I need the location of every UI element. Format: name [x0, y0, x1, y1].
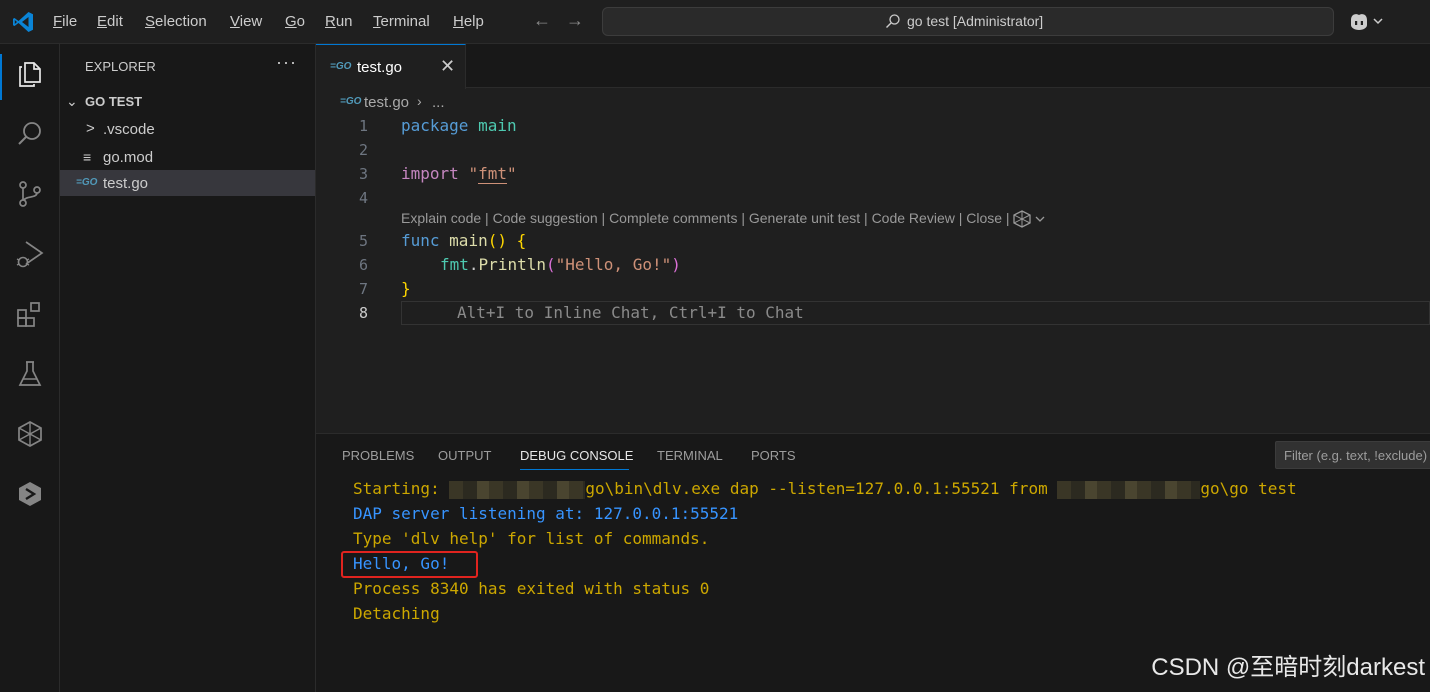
activity-bar: [0, 44, 60, 692]
code-line: 3 import "fmt": [316, 163, 1430, 187]
code-text: func main() {: [401, 231, 527, 250]
back-arrow-icon[interactable]: ←: [533, 10, 551, 31]
line-number: 1: [358, 117, 368, 135]
code-line: 5 func main() {: [316, 230, 1430, 254]
close-icon[interactable]: ✕: [440, 56, 455, 77]
tab-ports[interactable]: PORTS: [751, 448, 796, 463]
tree-item-label: go.mod: [103, 149, 154, 166]
menu-terminal[interactable]: Terminal: [373, 13, 430, 30]
code-line: 1 package main: [316, 115, 1430, 139]
menu-go[interactable]: Go: [285, 13, 305, 30]
go-file-icon: =GO: [76, 177, 98, 188]
redacted-path: [449, 480, 586, 499]
tree-item-label: test.go: [103, 175, 149, 192]
code-text: fmt.Println("Hello, Go!"): [440, 255, 681, 274]
more-actions-icon[interactable]: ···: [276, 52, 297, 73]
console-line: DAP server listening at: 127.0.0.1:55521: [353, 504, 739, 523]
line-number: 2: [358, 141, 368, 159]
code-text: }: [401, 279, 411, 298]
menu-edit[interactable]: Edit: [97, 13, 123, 30]
command-center-label: go test [Administrator]: [907, 13, 1044, 29]
code-text: package main: [401, 116, 517, 135]
run-debug-icon[interactable]: [14, 238, 46, 270]
tree-item-vscode[interactable]: > .vscode: [60, 116, 315, 142]
code-text: import "fmt": [401, 164, 517, 184]
explorer-icon[interactable]: [14, 58, 46, 90]
line-number: 8: [358, 304, 368, 322]
console-line: Type 'dlv help' for list of commands.: [353, 529, 710, 548]
menu-selection[interactable]: Selection: [145, 13, 207, 30]
code-editor[interactable]: 1 package main 2 3 import "fmt" 4 Explai…: [316, 113, 1430, 433]
console-line: Starting: go\bin\dlv.exe dap --listen=12…: [353, 479, 1297, 499]
redacted-path: [1057, 480, 1201, 499]
codegeex-icon[interactable]: [1013, 210, 1051, 229]
explorer-sidebar: EXPLORER ··· ⌄ GO TEST > .vscode ≡ go.mo…: [60, 44, 316, 692]
go-file-icon: =GO: [340, 96, 362, 107]
tree-item-gomod[interactable]: ≡ go.mod: [60, 144, 315, 170]
source-control-icon[interactable]: [14, 178, 46, 210]
testing-icon[interactable]: [14, 358, 46, 390]
tab-problems[interactable]: PROBLEMS: [342, 448, 414, 463]
code-line: 6 fmt.Println("Hello, Go!"): [316, 254, 1430, 278]
forward-arrow-icon[interactable]: →: [566, 10, 584, 31]
folder-name: GO TEST: [85, 94, 143, 109]
line-number: 6: [358, 256, 368, 274]
breadcrumb-separator: ›: [417, 93, 422, 109]
breadcrumb-file[interactable]: test.go: [364, 94, 409, 111]
console-line: Detaching: [353, 604, 440, 623]
tab-output[interactable]: OUTPUT: [438, 448, 491, 463]
watermark: CSDN @至暗时刻darkest: [1151, 654, 1425, 681]
active-tab-underline: [520, 469, 629, 470]
line-number: 7: [358, 280, 368, 298]
chevron-right-icon: >: [86, 120, 95, 137]
title-bar: File Edit Selection View Go Run Terminal…: [0, 0, 1430, 44]
menu-view[interactable]: View: [230, 13, 262, 30]
codelens-text: Explain code | Code suggestion | Complet…: [401, 210, 1010, 226]
chevron-down-icon: ⌄: [66, 93, 78, 109]
menu-file[interactable]: File: [53, 13, 77, 30]
breadcrumb-symbols[interactable]: ...: [432, 94, 445, 111]
sidebar-title: EXPLORER: [85, 59, 156, 74]
file-lines-icon: ≡: [83, 149, 92, 165]
code-line: 7 }: [316, 278, 1430, 302]
remote-explorer-icon[interactable]: [14, 478, 46, 510]
tab-test-go[interactable]: =GO test.go ✕: [316, 44, 466, 89]
folder-header[interactable]: ⌄ GO TEST: [60, 91, 315, 113]
console-filter-input[interactable]: Filter (e.g. text, !exclude): [1275, 441, 1430, 469]
copilot-icon[interactable]: [1348, 10, 1388, 32]
inline-chat-hint: Alt+I to Inline Chat, Ctrl+I to Chat: [457, 303, 804, 322]
highlight-box: [341, 551, 478, 578]
tree-item-testgo[interactable]: =GO test.go: [60, 170, 315, 196]
command-center-search[interactable]: go test [Administrator]: [602, 7, 1334, 36]
codelens-actions[interactable]: Explain code | Code suggestion | Complet…: [401, 210, 1051, 229]
tree-item-label: .vscode: [103, 121, 155, 138]
search-icon: [886, 14, 900, 28]
go-file-icon: =GO: [330, 61, 352, 72]
tab-terminal[interactable]: TERMINAL: [657, 448, 723, 463]
breadcrumb: =GO test.go › ...: [316, 91, 1430, 113]
code-line: 4: [316, 187, 1430, 211]
editor-tab-bar: =GO test.go ✕: [316, 44, 1430, 89]
vscode-logo-icon: [13, 12, 33, 32]
menu-help[interactable]: Help: [453, 13, 484, 30]
line-number: 3: [358, 165, 368, 183]
active-indicator: [0, 54, 2, 100]
codegeex-icon[interactable]: [14, 418, 46, 450]
menu-run[interactable]: Run: [325, 13, 353, 30]
code-line: 2: [316, 139, 1430, 163]
tab-debug-console[interactable]: DEBUG CONSOLE: [520, 448, 633, 463]
line-number: 5: [358, 232, 368, 250]
search-icon[interactable]: [14, 118, 46, 150]
line-number: 4: [358, 189, 368, 207]
extensions-icon[interactable]: [14, 298, 46, 330]
console-line: Process 8340 has exited with status 0: [353, 579, 710, 598]
tab-label: test.go: [357, 59, 403, 76]
